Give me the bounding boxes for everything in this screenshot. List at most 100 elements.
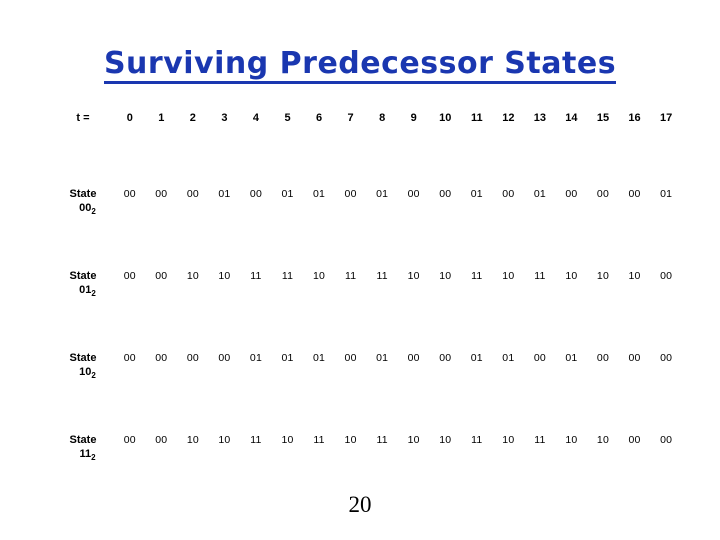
row-label-subscript: 2 <box>91 370 96 380</box>
cell-r1-c10: 10 <box>439 269 452 282</box>
column-header-10: 10 <box>439 112 452 124</box>
cell-r3-c16: 00 <box>628 433 641 446</box>
cell-r1-c8: 11 <box>376 269 388 282</box>
row-label-line2: 00 <box>79 201 92 214</box>
column-header-1: 1 <box>158 112 165 124</box>
column-header-5: 5 <box>284 112 291 124</box>
cell-r0-c0: 00 <box>123 188 136 200</box>
spacer-row <box>52 299 682 352</box>
cell-r0-c15: 00 <box>596 188 610 200</box>
column-header-13: 13 <box>533 112 546 124</box>
spacer-row <box>52 217 682 270</box>
cell-r1-c7: 11 <box>344 269 357 282</box>
cell-r0-c14: 00 <box>565 188 578 200</box>
cell-r1-c16: 10 <box>628 269 641 282</box>
column-header-6: 6 <box>315 112 323 124</box>
cell-r0-c13: 01 <box>533 188 546 200</box>
cell-r0-c8: 01 <box>376 188 389 200</box>
row-label-subscript: 2 <box>91 288 96 298</box>
column-header-14: 14 <box>565 112 578 124</box>
cell-r1-c5: 11 <box>281 269 294 282</box>
cell-r2-c16: 00 <box>628 351 641 364</box>
cell-r2-c9: 00 <box>407 351 420 364</box>
table-header-row: t = 0 1 2 3 4 5 6 7 8 9 10 11 12 13 14 1… <box>52 112 682 132</box>
cell-r2-c17: 00 <box>660 351 673 364</box>
cell-r1-c6: 10 <box>313 269 326 282</box>
cell-r0-c6: 01 <box>313 188 326 200</box>
cell-r2-c6: 01 <box>313 351 326 364</box>
cell-r2-c3: 00 <box>218 351 231 364</box>
cell-r0-c7: 00 <box>344 188 357 200</box>
column-header-17: 17 <box>660 112 673 124</box>
cell-r2-c2: 00 <box>186 351 199 364</box>
column-header-3: 3 <box>221 112 228 124</box>
time-axis-label: t = <box>76 112 90 124</box>
cell-r1-c13: 11 <box>534 269 546 282</box>
row-label-state-11: State 112 <box>52 434 114 463</box>
cell-r1-c12: 10 <box>502 269 515 282</box>
column-header-12: 12 <box>502 112 515 124</box>
cell-r2-c5: 01 <box>281 351 294 364</box>
cell-r2-c11: 01 <box>470 351 483 364</box>
cell-r3-c13: 11 <box>534 433 546 446</box>
cell-r0-c4: 00 <box>249 188 262 200</box>
spacer-row <box>52 132 682 188</box>
cell-r3-c2: 10 <box>186 433 199 446</box>
cell-r0-c12: 00 <box>502 188 515 200</box>
cell-r0-c1: 00 <box>155 188 168 200</box>
row-label-state-01: State 012 <box>52 270 114 299</box>
spacer-row <box>52 381 682 434</box>
page-title: Surviving Predecessor States <box>103 48 617 84</box>
cell-r3-c8: 11 <box>376 433 388 446</box>
page-number: 20 <box>348 492 372 517</box>
cell-r2-c14: 01 <box>565 351 578 364</box>
column-header-11: 11 <box>470 112 483 124</box>
row-label-line1: State <box>69 188 97 200</box>
cell-r2-c12: 01 <box>502 351 515 364</box>
cell-r3-c0: 00 <box>123 433 136 446</box>
row-label-line2: 01 <box>79 283 92 296</box>
row-label-subscript: 2 <box>91 206 96 216</box>
cell-r2-c4: 01 <box>249 351 262 364</box>
cell-r2-c0: 00 <box>123 351 136 364</box>
cell-r0-c16: 00 <box>628 188 641 200</box>
cell-r3-c11: 11 <box>471 433 483 446</box>
cell-r1-c0: 00 <box>123 269 136 282</box>
cell-r1-c15: 10 <box>596 269 610 282</box>
column-header-9: 9 <box>410 112 417 124</box>
cell-r0-c11: 01 <box>470 188 483 200</box>
cell-r2-c15: 00 <box>596 351 610 364</box>
row-label-line1: State <box>69 433 97 446</box>
cell-r3-c10: 10 <box>439 433 452 446</box>
column-header-7: 7 <box>347 112 354 124</box>
cell-r2-c10: 00 <box>439 351 452 364</box>
cell-r3-c7: 10 <box>344 433 357 446</box>
table-row: State 102 00 00 00 00 01 01 01 00 01 00 0… <box>52 352 682 381</box>
column-header-15: 15 <box>596 112 610 124</box>
surviving-predecessor-states-table: t = 0 1 2 3 4 5 6 7 8 9 10 11 12 13 14 1… <box>52 112 682 463</box>
cell-r3-c1: 00 <box>155 433 168 446</box>
cell-r1-c1: 00 <box>155 269 168 282</box>
table-row: State 112 00 00 10 10 11 10 11 10 11 10 1… <box>52 434 682 463</box>
column-header-4: 4 <box>252 112 260 124</box>
cell-r0-c2: 00 <box>186 188 199 200</box>
cell-r0-c17: 01 <box>660 188 673 200</box>
row-label-state-10: State 102 <box>52 352 114 381</box>
cell-r0-c5: 01 <box>281 188 294 200</box>
cell-r3-c3: 10 <box>218 433 231 446</box>
cell-r3-c4: 11 <box>250 433 262 446</box>
cell-r0-c10: 00 <box>439 188 452 200</box>
cell-r1-c11: 11 <box>471 269 483 282</box>
row-label-line1: State <box>69 269 97 282</box>
cell-r1-c14: 10 <box>565 269 578 282</box>
cell-r1-c17: 00 <box>660 269 673 282</box>
cell-r2-c13: 00 <box>533 351 546 364</box>
title-container: Surviving Predecessor States <box>0 48 720 84</box>
cell-r0-c3: 01 <box>218 188 231 200</box>
row-label-line2: 11 <box>79 447 92 460</box>
column-header-16: 16 <box>628 112 641 124</box>
cell-r2-c7: 00 <box>344 351 357 364</box>
cell-r3-c6: 11 <box>313 433 325 446</box>
cell-r1-c3: 10 <box>218 269 231 282</box>
column-header-2: 2 <box>189 112 196 124</box>
